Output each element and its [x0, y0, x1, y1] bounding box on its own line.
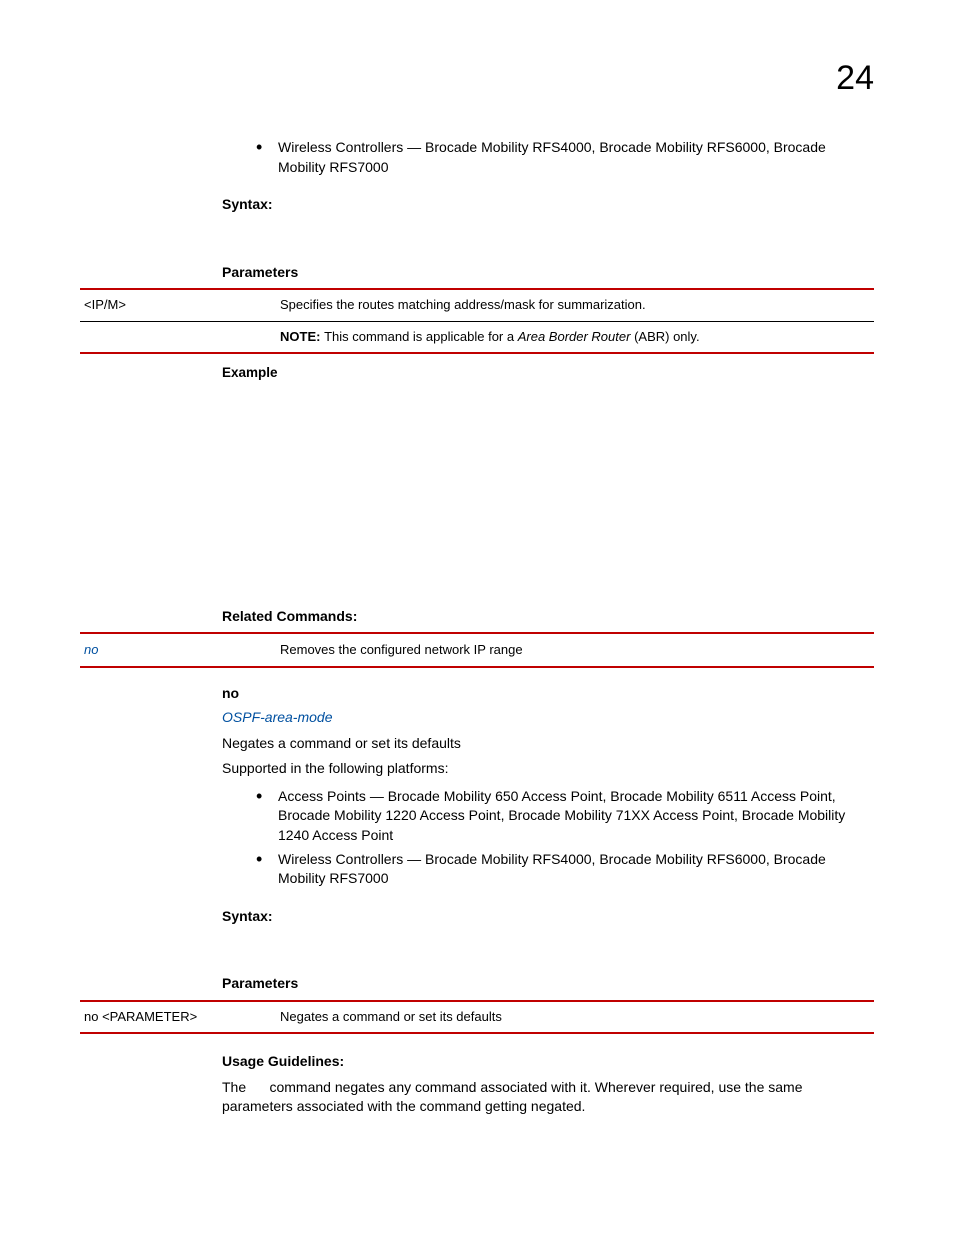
- usage-guidelines-heading: Usage Guidelines:: [222, 1052, 874, 1072]
- parameters-heading: Parameters: [222, 263, 874, 283]
- mode-link[interactable]: OSPF-area-mode: [222, 708, 874, 728]
- syntax-heading: Syntax:: [222, 195, 874, 215]
- related-commands-heading: Related Commands:: [222, 607, 874, 627]
- table-cell-note: NOTE: This command is applicable for a A…: [280, 321, 874, 353]
- section-2: no OSPF-area-mode Negates a command or s…: [222, 684, 874, 994]
- page: 24 Wireless Controllers — Brocade Mobili…: [0, 0, 954, 1235]
- parameters-table-2: no <PARAMETER> Negates a command or set …: [80, 1000, 874, 1034]
- supported-platforms-label: Supported in the following platforms:: [222, 759, 874, 779]
- table-cell-value: Specifies the routes matching address/ma…: [280, 289, 874, 321]
- table-cell-value: Negates a command or set its defaults: [280, 1001, 874, 1033]
- parameters-table-1: <IP/M> Specifies the routes matching add…: [80, 288, 874, 353]
- usage-guidelines-text: The command negates any command associat…: [222, 1078, 874, 1117]
- related-desc: Removes the configured network IP range: [280, 633, 874, 667]
- bullet-prefix: Wireless Controllers —: [278, 139, 425, 155]
- bullet-list-1: Wireless Controllers — Brocade Mobility …: [222, 138, 874, 177]
- example-heading: Example: [222, 364, 874, 383]
- table-cell-key: <IP/M>: [80, 289, 280, 321]
- note-label: NOTE:: [280, 329, 324, 344]
- list-item: Wireless Controllers — Brocade Mobility …: [278, 138, 874, 177]
- related-commands-table: no Removes the configured network IP ran…: [80, 632, 874, 668]
- related-link[interactable]: no: [80, 633, 280, 667]
- syntax-heading-2: Syntax:: [222, 907, 874, 927]
- bullet-list-2: Access Points — Brocade Mobility 650 Acc…: [222, 787, 874, 889]
- note-text-pre: This command is applicable for a: [324, 329, 518, 344]
- page-number: 24: [836, 55, 874, 103]
- list-item: Wireless Controllers — Brocade Mobility …: [278, 850, 874, 889]
- usage-post: command negates any command associated w…: [222, 1079, 803, 1115]
- command-title: no: [222, 684, 874, 704]
- list-item: Access Points — Brocade Mobility 650 Acc…: [278, 787, 874, 846]
- parameters-heading-2: Parameters: [222, 974, 874, 994]
- note-text-post: (ABR) only.: [630, 329, 699, 344]
- usage-pre: The: [222, 1079, 250, 1095]
- table-cell-key: no <PARAMETER>: [80, 1001, 280, 1033]
- note-text-italic: Area Border Router: [518, 329, 631, 344]
- command-description: Negates a command or set its defaults: [222, 734, 874, 754]
- bullet-prefix: Wireless Controllers —: [278, 851, 425, 867]
- section-1: Wireless Controllers — Brocade Mobility …: [222, 138, 874, 282]
- bullet-prefix: Access Points —: [278, 788, 388, 804]
